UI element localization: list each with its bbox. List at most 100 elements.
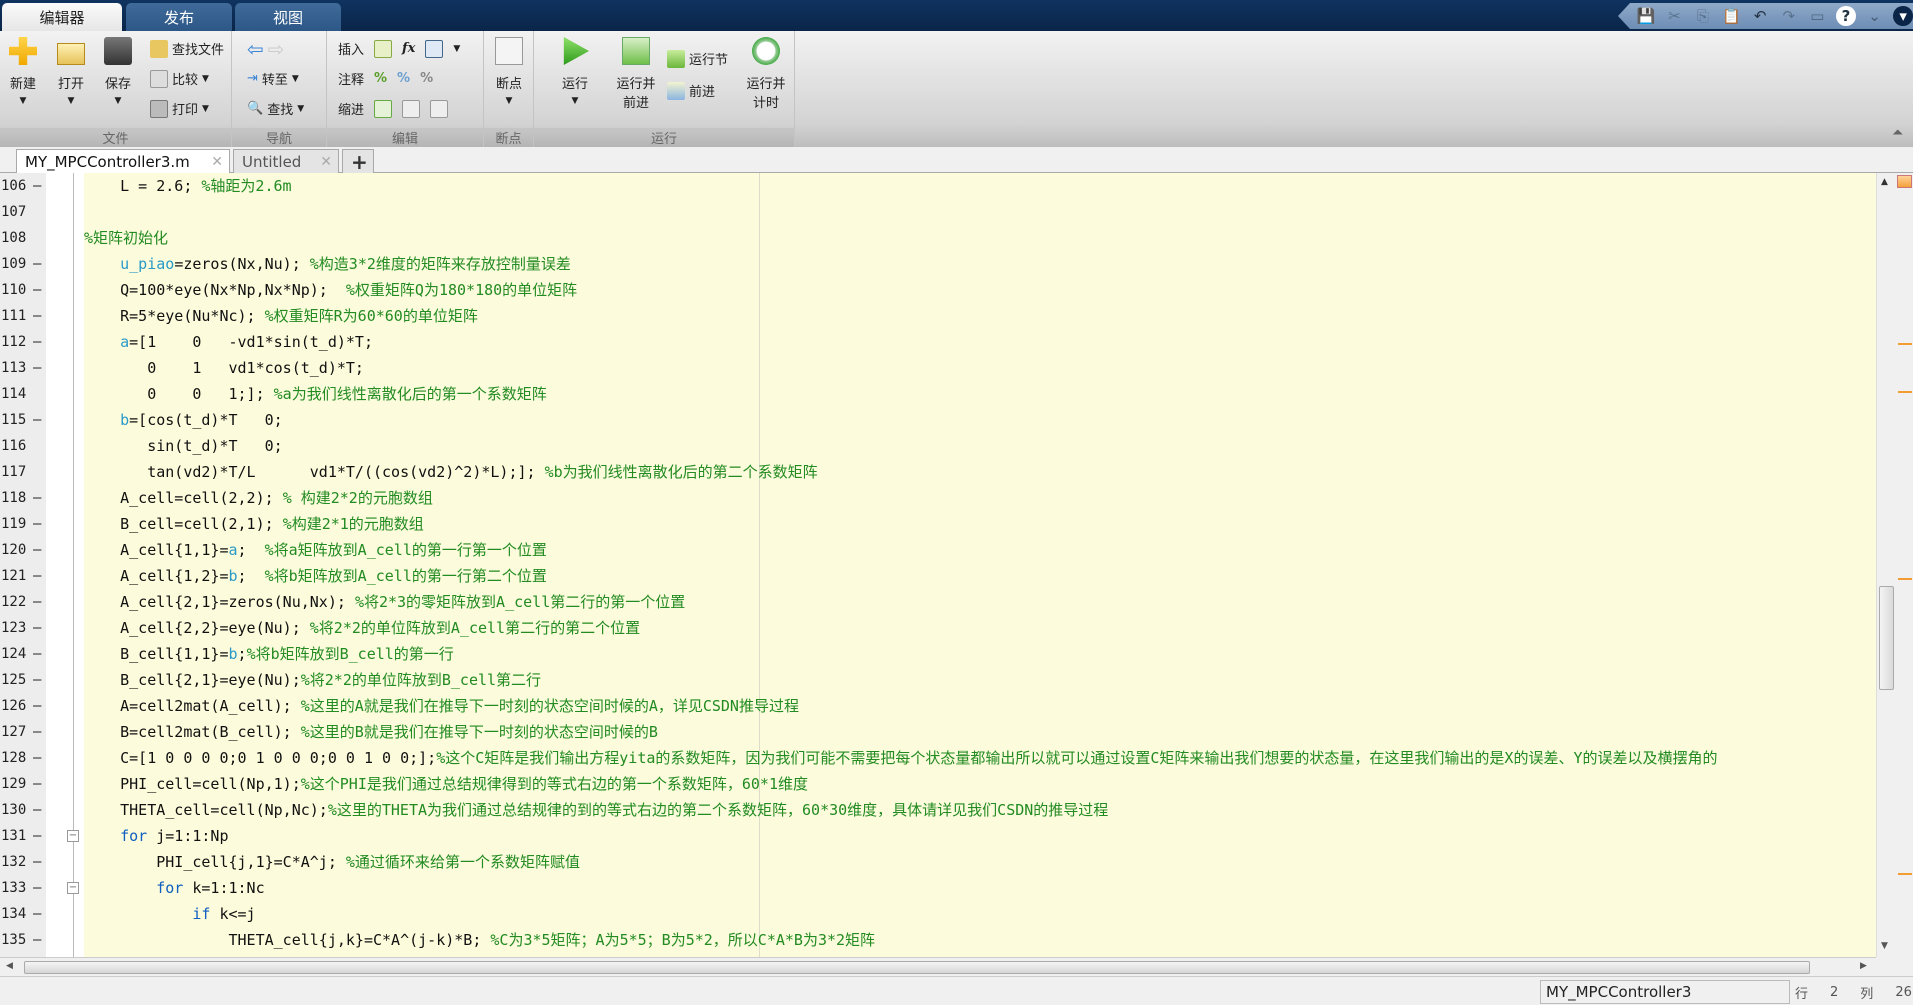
- close-icon[interactable]: ✕: [211, 154, 223, 170]
- breakpoint-dash-icon[interactable]: —: [33, 797, 41, 823]
- code-line[interactable]: B_cell=cell(2,1); %构建2*1的元胞数组: [84, 511, 424, 537]
- goto-button[interactable]: ⇥ 转至 ▼: [247, 69, 299, 88]
- fold-toggle-icon[interactable]: −: [67, 882, 79, 894]
- uncomment-icon[interactable]: %: [397, 71, 410, 86]
- breakpoint-dash-icon[interactable]: —: [33, 615, 41, 641]
- back-forward-buttons[interactable]: ⇦ ⇨: [247, 37, 285, 61]
- breakpoint-dash-icon[interactable]: —: [33, 407, 41, 433]
- scroll-right-icon[interactable]: ▶: [1860, 961, 1867, 971]
- code-line[interactable]: %矩阵初始化: [84, 225, 168, 251]
- decrease-indent-icon[interactable]: [430, 99, 449, 118]
- breakpoint-dash-icon[interactable]: —: [33, 875, 41, 901]
- save-button[interactable]: 保存 ▼: [95, 37, 141, 106]
- code-line[interactable]: A_cell=cell(2,2); % 构建2*2的元胞数组: [84, 485, 433, 511]
- find-button[interactable]: 🔍 查找 ▼: [247, 99, 304, 118]
- breakpoint-dash-icon[interactable]: —: [33, 173, 41, 199]
- warning-marker[interactable]: [1898, 578, 1912, 580]
- breakpoint-dash-icon[interactable]: —: [33, 251, 41, 277]
- run-and-advance-button[interactable]: 运行并 前进: [608, 37, 664, 111]
- fold-toggle-icon[interactable]: −: [67, 830, 79, 842]
- code-line[interactable]: if k<=j: [84, 901, 255, 927]
- code-line[interactable]: PHI_cell{j,1}=C*A^j; %通过循环来给第一个系数矩阵赋值: [84, 849, 580, 875]
- code-line[interactable]: THETA_cell{j,k}=C*A^(j-k)*B; %C为3*5矩阵；A为…: [84, 927, 875, 953]
- horizontal-scrollbar[interactable]: ◀ ▶: [0, 957, 1876, 976]
- breakpoint-dash-icon[interactable]: —: [33, 901, 41, 927]
- breakpoint-dash-icon[interactable]: —: [33, 667, 41, 693]
- warning-marker[interactable]: [1898, 391, 1912, 393]
- code-line[interactable]: R=5*eye(Nu*Nc); %权重矩阵R为60*60的单位矩阵: [84, 303, 478, 329]
- breakpoint-dash-icon[interactable]: —: [33, 771, 41, 797]
- breakpoint-dash-icon[interactable]: —: [33, 485, 41, 511]
- breakpoint-dash-icon[interactable]: —: [33, 693, 41, 719]
- code-line[interactable]: 0 1 vd1*cos(t_d)*T;: [84, 355, 364, 381]
- paste-icon[interactable]: 📋: [1722, 6, 1742, 26]
- collapse-ribbon-icon[interactable]: ⏶: [1892, 125, 1903, 141]
- chevron-down-icon[interactable]: ⌄: [1865, 6, 1885, 26]
- breakpoint-dash-icon[interactable]: —: [33, 355, 41, 381]
- code-line[interactable]: sin(t_d)*T 0;: [84, 433, 282, 459]
- vertical-scrollbar[interactable]: ▲ ▼: [1876, 173, 1895, 957]
- run-and-time-button[interactable]: 运行并 计时: [741, 37, 791, 111]
- advance-button[interactable]: 前进: [667, 81, 715, 100]
- scroll-down-icon[interactable]: ▼: [1881, 941, 1888, 951]
- doc-tab-my-mpccontroller3[interactable]: MY_MPCController3.m ✕: [16, 149, 230, 173]
- vertical-scroll-thumb[interactable]: [1879, 586, 1894, 690]
- breakpoint-dash-icon[interactable]: —: [33, 329, 41, 355]
- status-indicator[interactable]: [1897, 175, 1912, 188]
- run-section-button[interactable]: 运行节: [667, 49, 728, 68]
- cut-icon[interactable]: ✂: [1665, 6, 1685, 26]
- breakpoint-dash-icon[interactable]: —: [33, 277, 41, 303]
- breakpoint-dash-icon[interactable]: —: [33, 589, 41, 615]
- code-line[interactable]: A_cell{1,2}=b; %将b矩阵放到A_cell的第一行第二个位置: [84, 563, 547, 589]
- new-tab-button[interactable]: +: [342, 149, 374, 174]
- new-button[interactable]: 新建 ▼: [0, 37, 46, 106]
- tab-view[interactable]: 视图: [235, 3, 341, 31]
- code-line[interactable]: u_piao=zeros(Nx,Nu); %构造3*2维度的矩阵来存放控制量误差: [84, 251, 571, 277]
- undo-icon[interactable]: ↶: [1750, 6, 1770, 26]
- code-line[interactable]: L = 2.6; %轴距为2.6m: [84, 173, 291, 199]
- warning-marker[interactable]: [1898, 873, 1912, 875]
- smart-indent-icon[interactable]: [374, 99, 393, 118]
- code-line[interactable]: B_cell{2,1}=eye(Nu);%将2*2的单位阵放到B_cell第二行: [84, 667, 541, 693]
- code-line[interactable]: for j=1:1:Np: [84, 823, 228, 849]
- help-icon[interactable]: ?: [1836, 6, 1856, 26]
- forward-arrow-icon[interactable]: ⇨: [268, 37, 285, 61]
- code-line[interactable]: b=[cos(t_d)*T 0;: [84, 407, 283, 433]
- code-line[interactable]: A_cell{2,1}=zeros(Nu,Nx); %将2*3的零矩阵放到A_c…: [84, 589, 685, 615]
- breakpoint-dash-icon[interactable]: —: [33, 927, 41, 953]
- code-line[interactable]: C=[1 0 0 0 0;0 1 0 0 0;0 0 1 0 0;];%这个C矩…: [84, 745, 1717, 771]
- close-icon[interactable]: ✕: [320, 154, 332, 170]
- print-button[interactable]: 打印 ▼: [150, 99, 209, 118]
- code-line[interactable]: B_cell{1,1}=b;%将b矩阵放到B_cell的第一行: [84, 641, 454, 667]
- breakpoint-dash-icon[interactable]: —: [33, 745, 41, 771]
- horizontal-scroll-thumb[interactable]: [24, 961, 1810, 974]
- increase-indent-icon[interactable]: [402, 99, 421, 118]
- code-line[interactable]: a=[1 0 -vd1*sin(t_d)*T;: [84, 329, 373, 355]
- open-button[interactable]: 打开 ▼: [48, 37, 94, 106]
- breakpoint-dash-icon[interactable]: —: [33, 537, 41, 563]
- breakpoint-dash-icon[interactable]: —: [33, 641, 41, 667]
- code-line[interactable]: A_cell{2,2}=eye(Nu); %将2*2的单位阵放到A_cell第二…: [84, 615, 640, 641]
- insert-function-icon[interactable]: [425, 39, 444, 58]
- breakpoint-dash-icon[interactable]: —: [33, 719, 41, 745]
- code-line[interactable]: A=cell2mat(A_cell); %这里的A就是我们在推导下一时刻的状态空…: [84, 693, 799, 719]
- code-line[interactable]: PHI_cell=cell(Np,1);%这个PHI是我们通过总结规律得到的等式…: [84, 771, 808, 797]
- code-line[interactable]: for k=1:1:Nc: [84, 875, 264, 901]
- code-editor[interactable]: 106 — L = 2.6; %轴距为2.6m 107 108 %矩阵初始化 109 — u…: [0, 173, 1876, 957]
- back-arrow-icon[interactable]: ⇦: [247, 37, 264, 61]
- dropdown-arrow-icon[interactable]: ▼: [453, 44, 460, 54]
- fx-icon[interactable]: fx: [402, 41, 415, 56]
- breakpoints-button[interactable]: 断点 ▼: [486, 37, 532, 106]
- code-line[interactable]: B=cell2mat(B_cell); %这里的B就是我们在推导下一时刻的状态空…: [84, 719, 658, 745]
- save-icon[interactable]: 💾: [1636, 6, 1656, 26]
- code-line[interactable]: 0 0 1;]; %a为我们线性离散化后的第一个系数矩阵: [84, 381, 547, 407]
- code-line[interactable]: A_cell{1,1}=a; %将a矩阵放到A_cell的第一行第一个位置: [84, 537, 547, 563]
- breakpoint-dash-icon[interactable]: —: [33, 849, 41, 875]
- find-files-button[interactable]: 查找文件: [150, 39, 224, 58]
- breakpoint-dash-icon[interactable]: —: [33, 303, 41, 329]
- copy-icon[interactable]: ⎘: [1693, 6, 1713, 26]
- breakpoint-dash-icon[interactable]: —: [33, 511, 41, 537]
- run-button[interactable]: 运行 ▼: [552, 37, 598, 106]
- warning-marker[interactable]: [1898, 343, 1912, 345]
- breakpoint-dash-icon[interactable]: —: [33, 563, 41, 589]
